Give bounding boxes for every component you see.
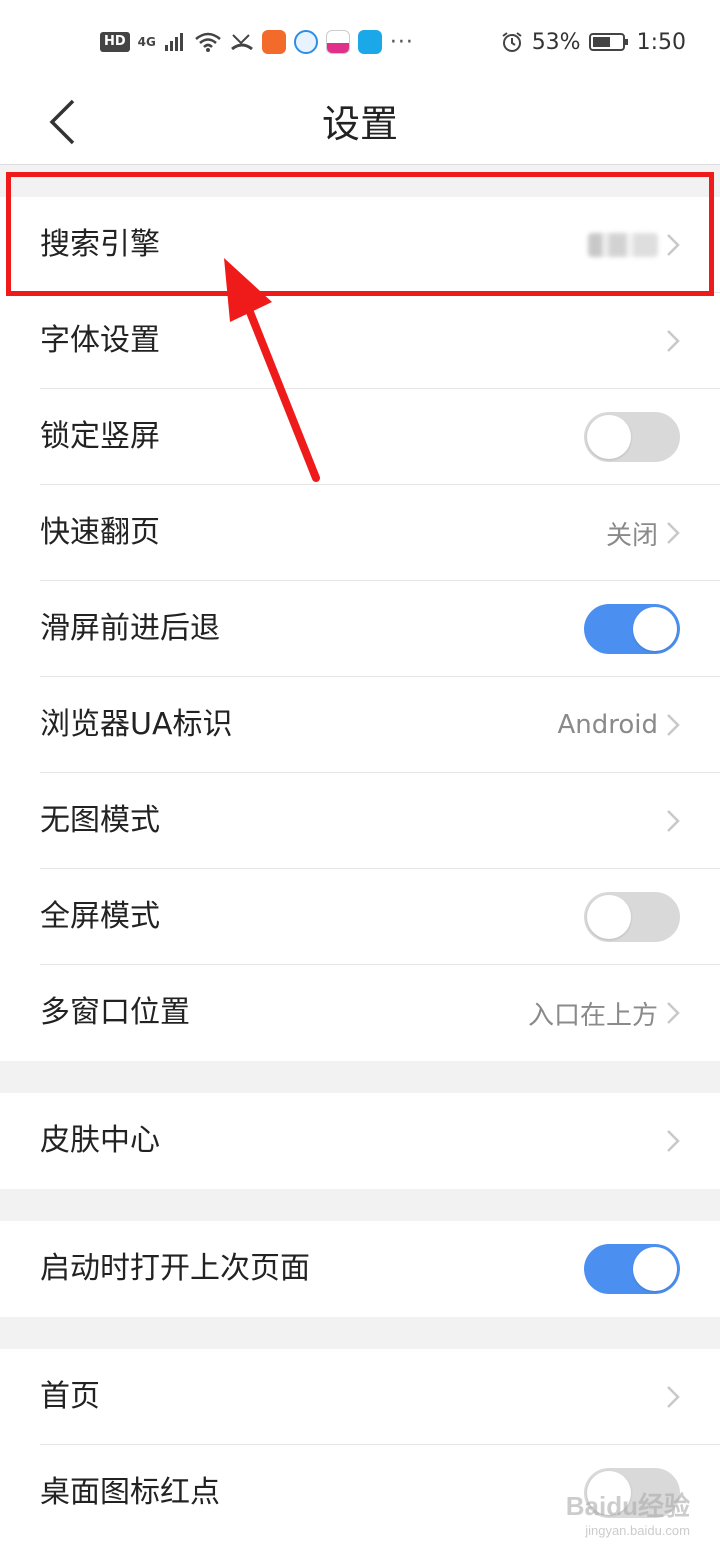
signal-icon [164,33,183,51]
battery-icon [588,33,628,51]
chevron-right-icon [667,1386,680,1408]
swipe-navigation-toggle[interactable] [584,604,680,654]
chevron-right-icon [667,810,680,832]
missed-call-icon [230,34,253,51]
row-no-image-mode[interactable]: 无图模式 [0,773,720,869]
row-value: 关闭 [605,520,658,551]
row-homepage[interactable]: 首页 [0,1349,720,1445]
row-value: Android [557,710,658,740]
status-left: HD 4G ··· [100,26,414,58]
row-label: 多窗口位置 [40,995,190,1030]
toggle-knob [633,607,677,651]
restore-last-page-toggle[interactable] [584,1244,680,1294]
annotation-arrow-icon [224,258,320,482]
row-multi-window-position[interactable]: 多窗口位置 入口在上方 [0,965,720,1061]
toggle-knob [587,895,631,939]
watermark-logo-text: Baidu经验 [565,1491,690,1521]
row-fullscreen-mode: 全屏模式 [0,869,720,965]
row-fast-page-turn[interactable]: 快速翻页 关闭 [0,485,720,581]
row-label: 首页 [40,1379,100,1414]
app-notification-icon-pink [325,30,350,54]
wifi-icon [195,32,221,52]
section-gap [0,1317,720,1349]
chevron-right-icon [667,1002,680,1024]
row-skin-center[interactable]: 皮肤中心 [0,1093,720,1189]
chevron-right-icon [667,1130,680,1152]
row-value: 入口在上方 [527,1000,658,1031]
app-notification-icon-orange [261,30,286,54]
status-right: 53% 1:50 [500,26,686,58]
row-label: 桌面图标红点 [40,1475,220,1510]
settings-list: 搜索引擎 字体设置 锁定竖屏 快速翻页 关闭 滑屏前进后退 浏览器UA标识 An… [0,165,720,1541]
row-label: 字体设置 [40,323,160,358]
row-label: 全屏模式 [40,899,160,934]
annotation-highlight-box [6,172,714,296]
row-font-settings[interactable]: 字体设置 [0,293,720,389]
status-bar: HD 4G ··· 53% 1:50 [0,0,720,84]
section-gap [0,1061,720,1093]
battery-percent: 53% [531,29,581,55]
toggle-knob [633,1247,677,1291]
settings-section-main: 搜索引擎 字体设置 锁定竖屏 快速翻页 关闭 滑屏前进后退 浏览器UA标识 An… [0,197,720,1061]
row-label: 锁定竖屏 [40,419,160,454]
row-lock-portrait: 锁定竖屏 [0,389,720,485]
row-label: 快速翻页 [40,515,160,550]
watermark-url: jingyan.baidu.com [585,1523,690,1538]
chevron-right-icon [667,330,680,352]
row-restore-last-page: 启动时打开上次页面 [0,1221,720,1317]
page-title: 设置 [321,102,398,146]
alarm-icon [502,32,522,52]
network-type: 4G [137,35,156,49]
settings-section-startup: 启动时打开上次页面 [0,1221,720,1317]
row-label: 无图模式 [40,803,160,838]
row-label: 浏览器UA标识 [40,707,233,742]
row-label: 皮肤中心 [40,1123,160,1158]
more-notifications-icon: ··· [389,29,414,55]
row-label: 滑屏前进后退 [40,611,220,646]
app-notification-icon-blue [357,30,382,54]
hd-badge: HD [100,32,130,52]
clock-time: 1:50 [636,29,686,55]
header-bar: 设置 [0,84,720,165]
section-gap [0,1189,720,1221]
toggle-knob [587,415,631,459]
row-label: 启动时打开上次页面 [40,1251,310,1286]
settings-section-skin: 皮肤中心 [0,1093,720,1189]
chevron-right-icon [667,522,680,544]
app-notification-icon-browser [293,30,318,54]
row-browser-ua[interactable]: 浏览器UA标识 Android [0,677,720,773]
baidu-watermark: Baidu经验 jingyan.baidu.com [566,1486,690,1538]
lock-portrait-toggle[interactable] [584,412,680,462]
chevron-right-icon [667,714,680,736]
fullscreen-mode-toggle[interactable] [584,892,680,942]
row-swipe-navigation: 滑屏前进后退 [0,581,720,677]
